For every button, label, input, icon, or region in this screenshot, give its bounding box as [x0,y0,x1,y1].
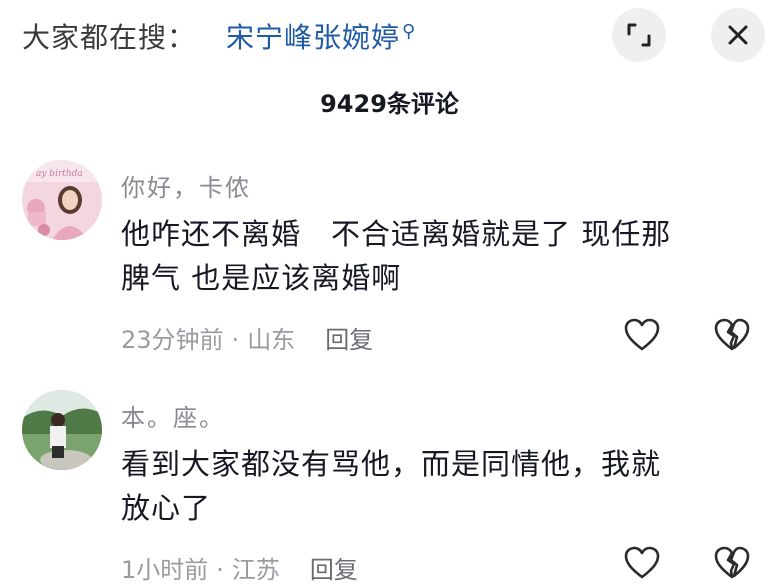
search-icon: ⚲ [402,20,417,42]
comment-location: 山东 [247,326,296,354]
comment-meta: 23分钟前 · 山东 回复 [121,320,373,355]
meta-separator: · [216,556,224,584]
comment-count-title: 9429条评论 [320,90,459,118]
top-bar: 大家都在搜： 宋宁峰张婉婷 ⚲ [0,0,779,72]
comment-text-line: 放心了 [121,491,212,525]
comment-time: 23分钟前 [121,326,224,354]
comment-location: 江苏 [231,556,280,584]
comment-text-line: 脾气 也是应该离婚啊 [121,261,402,295]
search-term-link[interactable]: 宋宁峰张婉婷 ⚲ [226,16,416,56]
search-prefix-label: 大家都在搜： [22,21,197,54]
comment-text-line: 看到大家都没有骂他，而是同情他，我就 [121,447,662,481]
reply-button[interactable]: 回复 [325,326,373,354]
expand-button[interactable] [612,8,666,62]
expand-icon [627,23,651,47]
like-heart-icon[interactable] [622,543,662,583]
comment-text-line: 他咋还不离婚 不合适离婚就是了 现任那 [121,217,672,251]
comment-username[interactable]: 本。座。 [121,398,225,433]
comment-time: 1小时前 [121,556,209,584]
avatar[interactable] [22,390,102,470]
comment-text: 看到大家都没有骂他，而是同情他，我就 放心了 [121,442,751,530]
comment-username[interactable]: 你好，卡侬 [121,168,251,203]
meta-separator: · [231,326,240,354]
close-icon [728,25,748,45]
dislike-broken-heart-icon[interactable] [712,543,752,583]
reply-button[interactable]: 回复 [310,556,358,584]
close-button[interactable] [711,8,765,62]
search-term-text: 宋宁峰张婉婷 [226,21,401,54]
avatar[interactable]: ay birthda [22,160,102,240]
comment-meta: 1小时前 · 江苏 回复 [121,550,358,585]
avatar-caption: ay birthda [36,169,83,179]
comment-text: 他咋还不离婚 不合适离婚就是了 现任那 脾气 也是应该离婚啊 [121,212,751,300]
like-heart-icon[interactable] [622,315,662,355]
dislike-broken-heart-icon[interactable] [712,315,752,355]
